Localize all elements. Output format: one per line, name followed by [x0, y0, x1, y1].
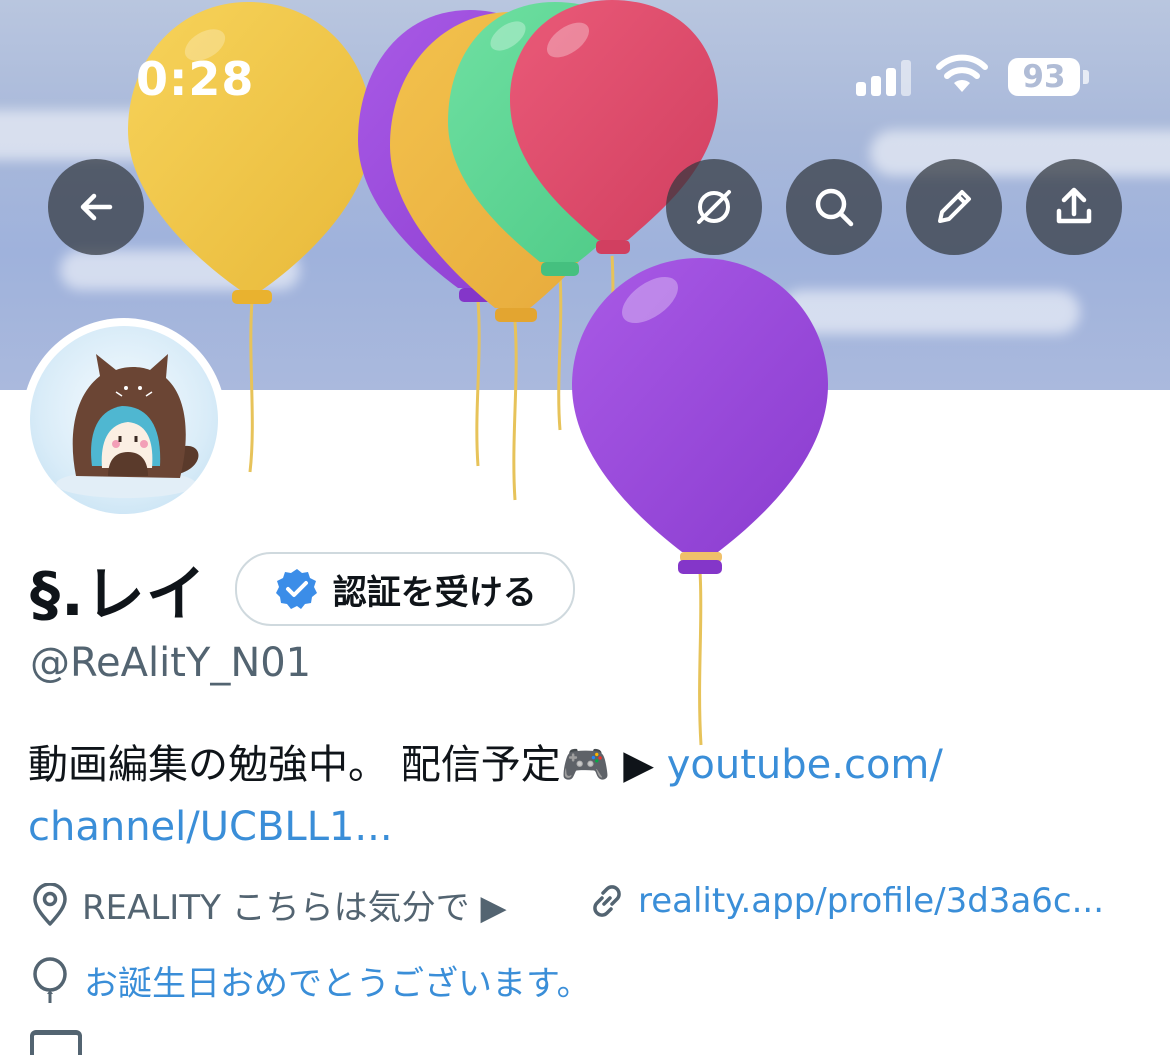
- bio-link-continued[interactable]: channel/UCBLL1...: [28, 804, 393, 850]
- profile-meta-birthday: お誕生日おめでとうございます。: [30, 956, 591, 1005]
- calendar-icon: [30, 1030, 82, 1055]
- banner-cloud: [0, 110, 300, 160]
- status-time: 0:28: [136, 52, 255, 106]
- banner-cloud: [780, 290, 1080, 334]
- user-handle: @ReAlitY_N01: [30, 640, 312, 686]
- share-button[interactable]: [1026, 159, 1122, 255]
- wifi-icon: [936, 54, 988, 92]
- website-link[interactable]: reality.app/profile/3d3a6c...: [638, 881, 1104, 921]
- share-icon: [1056, 187, 1092, 224]
- mute-icon: [697, 190, 731, 224]
- profile-meta-website: reality.app/profile/3d3a6c...: [586, 880, 1104, 922]
- edit-icon: [938, 190, 971, 223]
- get-verified-label: 認証を受ける: [332, 572, 537, 613]
- status-bar: 0:28 93: [0, 50, 1170, 110]
- search-icon: [815, 188, 854, 227]
- bio-text: 動画編集の勉強中。 配信予定🎮 ▶︎: [28, 742, 667, 788]
- search-button[interactable]: [786, 159, 882, 255]
- link-icon: [593, 885, 621, 917]
- bio-link[interactable]: youtube.com/: [667, 742, 943, 788]
- edit-button[interactable]: [906, 159, 1002, 255]
- display-name: §.レイ: [30, 559, 207, 630]
- mute-button[interactable]: [666, 159, 762, 255]
- verified-badge-icon: [275, 569, 317, 609]
- profile-name-row: §.レイ 認証を受ける: [30, 552, 575, 630]
- back-button[interactable]: [48, 159, 144, 255]
- arrow-left-icon: [80, 193, 113, 221]
- banner-cloud: [870, 130, 1170, 176]
- battery-cap: [1083, 70, 1089, 84]
- cellular-signal-icon: [856, 56, 912, 96]
- get-verified-button[interactable]: 認証を受ける: [234, 552, 575, 626]
- profile-bio: 動画編集の勉強中。 配信予定🎮 ▶︎ youtube.com/ channel/…: [28, 734, 1148, 858]
- avatar-image: [30, 326, 218, 514]
- battery-indicator: 93: [1008, 58, 1080, 96]
- location-pin-icon: [33, 882, 67, 926]
- birthday-message[interactable]: お誕生日おめでとうございます。: [84, 956, 591, 1005]
- location-text: REALITY こちらは気分で ▶︎: [82, 888, 507, 928]
- banner-cloud: [60, 250, 300, 290]
- profile-meta-location: REALITY こちらは気分で ▶︎: [30, 880, 507, 929]
- profile-avatar[interactable]: [22, 318, 226, 522]
- balloon-icon: [33, 956, 67, 1003]
